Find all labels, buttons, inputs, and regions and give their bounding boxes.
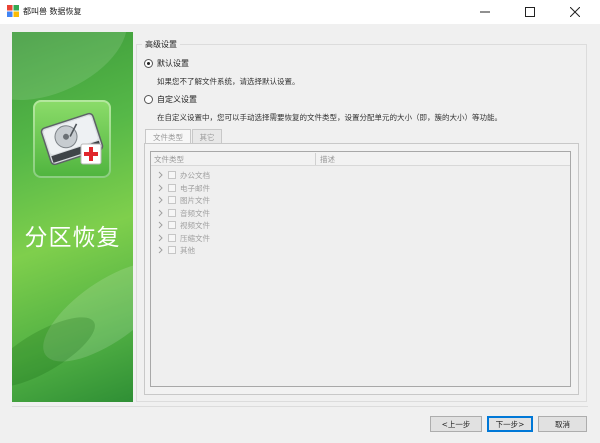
table-row[interactable]: 办公文档 <box>151 169 451 181</box>
default-settings-label[interactable]: 默认设置 <box>157 58 189 69</box>
back-button[interactable]: <上一步 <box>430 416 482 432</box>
hard-disk-medical-icon <box>40 112 104 166</box>
custom-settings-label[interactable]: 自定义设置 <box>157 94 197 105</box>
app-logo-icon <box>7 5 19 17</box>
tab-file-types[interactable]: 文件类型 <box>145 129 191 144</box>
row-label: 视频文件 <box>180 221 210 230</box>
table-header: 文件类型 描述 <box>151 152 570 166</box>
row-checkbox[interactable] <box>168 196 176 204</box>
back-button-label: <上一步 <box>441 419 471 429</box>
column-header-file-type[interactable]: 文件类型 <box>154 154 184 165</box>
chevron-right-icon[interactable] <box>157 246 164 254</box>
window-title: 都叫兽 数据恢复 <box>23 7 82 16</box>
close-icon <box>569 7 580 17</box>
row-label: 电子邮件 <box>180 183 210 193</box>
custom-settings-radio[interactable] <box>144 95 153 104</box>
recovery-window: 都叫兽 数据恢复 分区恢复 高级设置 默认设置 如果您不了解文件系统，请选择默认… <box>0 0 600 443</box>
table-row[interactable]: 电子邮件 <box>151 182 451 194</box>
chevron-right-icon[interactable] <box>157 184 164 192</box>
row-label: 压缩文件 <box>180 233 210 243</box>
row-checkbox[interactable] <box>168 233 176 242</box>
tab-other[interactable]: 其它 <box>192 129 222 144</box>
minimize-button[interactable] <box>462 0 507 24</box>
chevron-right-icon[interactable] <box>157 234 164 242</box>
row-checkbox[interactable] <box>168 221 176 229</box>
disk-tile <box>33 100 111 178</box>
row-label: 其他 <box>180 246 195 255</box>
chevron-right-icon[interactable] <box>157 221 164 229</box>
next-button[interactable]: 下一步> <box>487 416 533 432</box>
default-settings-description: 如果您不了解文件系统，请选择默认设置。 <box>157 77 300 86</box>
minimize-icon <box>479 11 490 13</box>
title-bar: 都叫兽 数据恢复 <box>0 0 600 24</box>
tab-file-types-label: 文件类型 <box>153 132 183 142</box>
row-checkbox[interactable] <box>168 246 176 254</box>
column-header-description[interactable]: 描述 <box>320 154 335 165</box>
row-checkbox[interactable] <box>168 208 176 217</box>
footer-separator <box>12 406 588 407</box>
row-checkbox[interactable] <box>168 171 176 179</box>
side-banner: 分区恢复 <box>12 32 133 402</box>
column-divider[interactable] <box>315 153 316 165</box>
tab-other-label: 其它 <box>199 132 215 142</box>
next-button-label: 下一步> <box>495 419 525 429</box>
banner-title: 分区恢复 <box>24 225 121 251</box>
chevron-right-icon[interactable] <box>157 209 164 217</box>
group-title: 高级设置 <box>142 39 180 50</box>
file-type-table: 文件类型 描述 办公文档 电子邮件 图片文件 音频文件 视频文件 压缩文件 其他 <box>150 151 571 387</box>
table-row[interactable]: 其他 <box>151 244 451 256</box>
close-button[interactable] <box>552 0 597 24</box>
row-label: 音频文件 <box>180 208 210 218</box>
row-label: 办公文档 <box>180 171 210 180</box>
table-row[interactable]: 视频文件 <box>151 219 451 231</box>
maximize-icon <box>524 7 535 17</box>
chevron-right-icon[interactable] <box>157 196 164 204</box>
maximize-button[interactable] <box>507 0 552 24</box>
table-row[interactable]: 压缩文件 <box>151 232 451 244</box>
default-settings-radio[interactable] <box>144 59 153 68</box>
custom-settings-description: 在自定义设置中，您可以手动选择需要恢复的文件类型，设置分配单元的大小（即，簇的大… <box>157 113 502 122</box>
table-row[interactable]: 图片文件 <box>151 194 451 206</box>
chevron-right-icon[interactable] <box>157 171 164 179</box>
cancel-button[interactable]: 取消 <box>538 416 587 432</box>
table-row[interactable]: 音频文件 <box>151 207 451 219</box>
row-label: 图片文件 <box>180 196 210 205</box>
cancel-button-label: 取消 <box>555 419 570 429</box>
row-checkbox[interactable] <box>168 183 176 192</box>
